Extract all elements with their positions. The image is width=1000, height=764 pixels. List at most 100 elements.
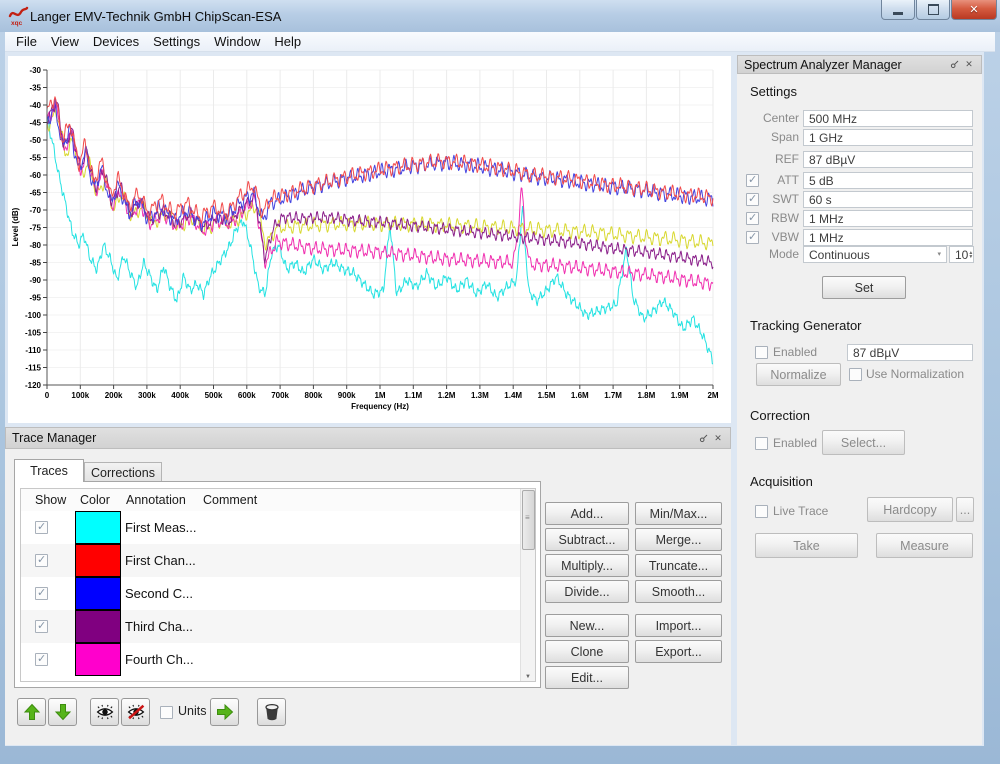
trace-show-checkbox[interactable]: [35, 653, 48, 666]
trace-color-swatch[interactable]: [75, 544, 121, 577]
col-comment: Comment: [203, 493, 257, 507]
table-row[interactable]: Third Cha...: [21, 610, 521, 643]
trace-add-button[interactable]: Add...: [545, 502, 629, 525]
col-color: Color: [80, 493, 110, 507]
trace-annotation: Fourth Ch...: [125, 652, 194, 667]
ref-input[interactable]: 87 dBµV: [803, 151, 973, 168]
close-button[interactable]: ✕: [951, 0, 997, 20]
trace-table-scrollbar[interactable]: ▼: [520, 489, 535, 681]
trace-color-swatch[interactable]: [75, 577, 121, 610]
scrollbar-down-icon[interactable]: ▼: [525, 674, 531, 680]
menu-item-help[interactable]: Help: [267, 32, 308, 51]
correction-enabled-checkbox[interactable]: [755, 437, 768, 450]
trace-color-swatch[interactable]: [75, 511, 121, 544]
use-normalization-label: Use Normalization: [866, 367, 964, 381]
tg-level-input[interactable]: 87 dBµV: [847, 344, 973, 361]
trace-show-checkbox[interactable]: [35, 521, 48, 534]
correction-heading: Correction: [750, 408, 810, 423]
trace-multiply-button[interactable]: Multiply...: [545, 554, 629, 577]
delete-trace-button[interactable]: [257, 698, 286, 726]
span-input[interactable]: 1 GHz: [803, 129, 973, 146]
scrollbar-thumb[interactable]: [522, 490, 535, 550]
menubar: FileViewDevicesSettingsWindowHelp: [5, 32, 995, 52]
menu-item-settings[interactable]: Settings: [146, 32, 207, 51]
trace-color-swatch[interactable]: [75, 643, 121, 676]
use-normalization-checkbox[interactable]: [849, 368, 862, 381]
sam-title: Spectrum Analyzer Manager: [744, 58, 902, 72]
trash-icon: [264, 703, 280, 722]
trace-import-button[interactable]: Import...: [635, 614, 722, 637]
arrow-down-icon: [54, 703, 72, 721]
trace-show-checkbox[interactable]: [35, 554, 48, 567]
arrow-up-icon: [23, 703, 41, 721]
normalize-button[interactable]: Normalize: [756, 363, 841, 386]
measure-button[interactable]: Measure: [876, 533, 973, 558]
trace-truncate-button[interactable]: Truncate...: [635, 554, 722, 577]
svg-text:500k: 500k: [205, 391, 223, 400]
set-button[interactable]: Set: [822, 276, 906, 299]
col-annotation: Annotation: [126, 493, 186, 507]
menu-item-view[interactable]: View: [44, 32, 86, 51]
center-input[interactable]: 500 MHz: [803, 110, 973, 127]
units-checkbox[interactable]: [160, 706, 173, 719]
live-trace-checkbox[interactable]: [755, 505, 768, 518]
trace-clone-button[interactable]: Clone: [545, 640, 629, 663]
maximize-button[interactable]: [916, 0, 950, 20]
tab-corrections[interactable]: Corrections: [84, 462, 162, 482]
correction-select-button[interactable]: Select...: [822, 430, 905, 455]
mode-select[interactable]: Continuous ▾: [803, 246, 947, 263]
att-input[interactable]: 5 dB: [803, 172, 973, 189]
ref-label: REF: [741, 152, 799, 166]
trace-show-checkbox[interactable]: [35, 620, 48, 633]
panel-close-icon[interactable]: ✕: [963, 59, 975, 71]
units-label: Units: [178, 704, 206, 718]
menu-item-file[interactable]: File: [9, 32, 44, 51]
show-all-traces-button[interactable]: [90, 698, 119, 726]
panel-pin-icon[interactable]: [697, 432, 709, 444]
trace-export-button[interactable]: Export...: [635, 640, 722, 663]
trace-merge-button[interactable]: Merge...: [635, 528, 722, 551]
trace-edit-button[interactable]: Edit...: [545, 666, 629, 689]
trace-show-checkbox[interactable]: [35, 587, 48, 600]
vbw-input[interactable]: 1 MHz: [803, 229, 973, 246]
trace-divide-button[interactable]: Divide...: [545, 580, 629, 603]
window-title: Langer EMV-Technik GmbH ChipScan-ESA: [30, 9, 281, 24]
spectrum-chart[interactable]: -30-35-40-45-50-55-60-65-70-75-80-85-90-…: [8, 56, 731, 423]
trace-new-button[interactable]: New...: [545, 614, 629, 637]
trace-subtract-button[interactable]: Subtract...: [545, 528, 629, 551]
tab-traces[interactable]: Traces: [14, 459, 84, 482]
svg-text:1.9M: 1.9M: [671, 391, 689, 400]
menu-item-devices[interactable]: Devices: [86, 32, 146, 51]
menu-item-window[interactable]: Window: [207, 32, 267, 51]
rbw-input[interactable]: 1 MHz: [803, 210, 973, 227]
move-trace-down-button[interactable]: [48, 698, 77, 726]
svg-text:-40: -40: [29, 101, 41, 110]
svg-text:-65: -65: [29, 189, 41, 198]
count-spinner[interactable]: 10 ▲▼: [949, 246, 974, 263]
panel-close-icon[interactable]: ✕: [712, 432, 724, 444]
hide-all-traces-button[interactable]: [121, 698, 150, 726]
spinner-arrows-icon: ▲▼: [968, 251, 973, 259]
table-row[interactable]: Fourth Ch...: [21, 643, 521, 676]
swt-input[interactable]: 60 s: [803, 191, 973, 208]
table-row[interactable]: First Chan...: [21, 544, 521, 577]
apply-button[interactable]: [210, 698, 239, 726]
tg-enabled-checkbox[interactable]: [755, 346, 768, 359]
svg-text:1.7M: 1.7M: [604, 391, 622, 400]
trace-min-max-button[interactable]: Min/Max...: [635, 502, 722, 525]
panel-pin-icon[interactable]: [948, 59, 960, 71]
minimize-button[interactable]: [881, 0, 915, 20]
x-axis-title: Frequency (Hz): [351, 402, 409, 411]
table-row[interactable]: First Meas...: [21, 511, 521, 544]
hardcopy-more-button[interactable]: ...: [956, 497, 974, 522]
move-trace-up-button[interactable]: [17, 698, 46, 726]
trace-color-swatch[interactable]: [75, 610, 121, 643]
table-row[interactable]: Second C...: [21, 577, 521, 610]
svg-text:-55: -55: [29, 154, 41, 163]
hardcopy-button[interactable]: Hardcopy: [867, 497, 953, 522]
trace-annotation: First Chan...: [125, 553, 196, 568]
trace-smooth-button[interactable]: Smooth...: [635, 580, 722, 603]
svg-text:300k: 300k: [138, 391, 156, 400]
center-label: Center: [741, 111, 799, 125]
take-button[interactable]: Take: [755, 533, 858, 558]
